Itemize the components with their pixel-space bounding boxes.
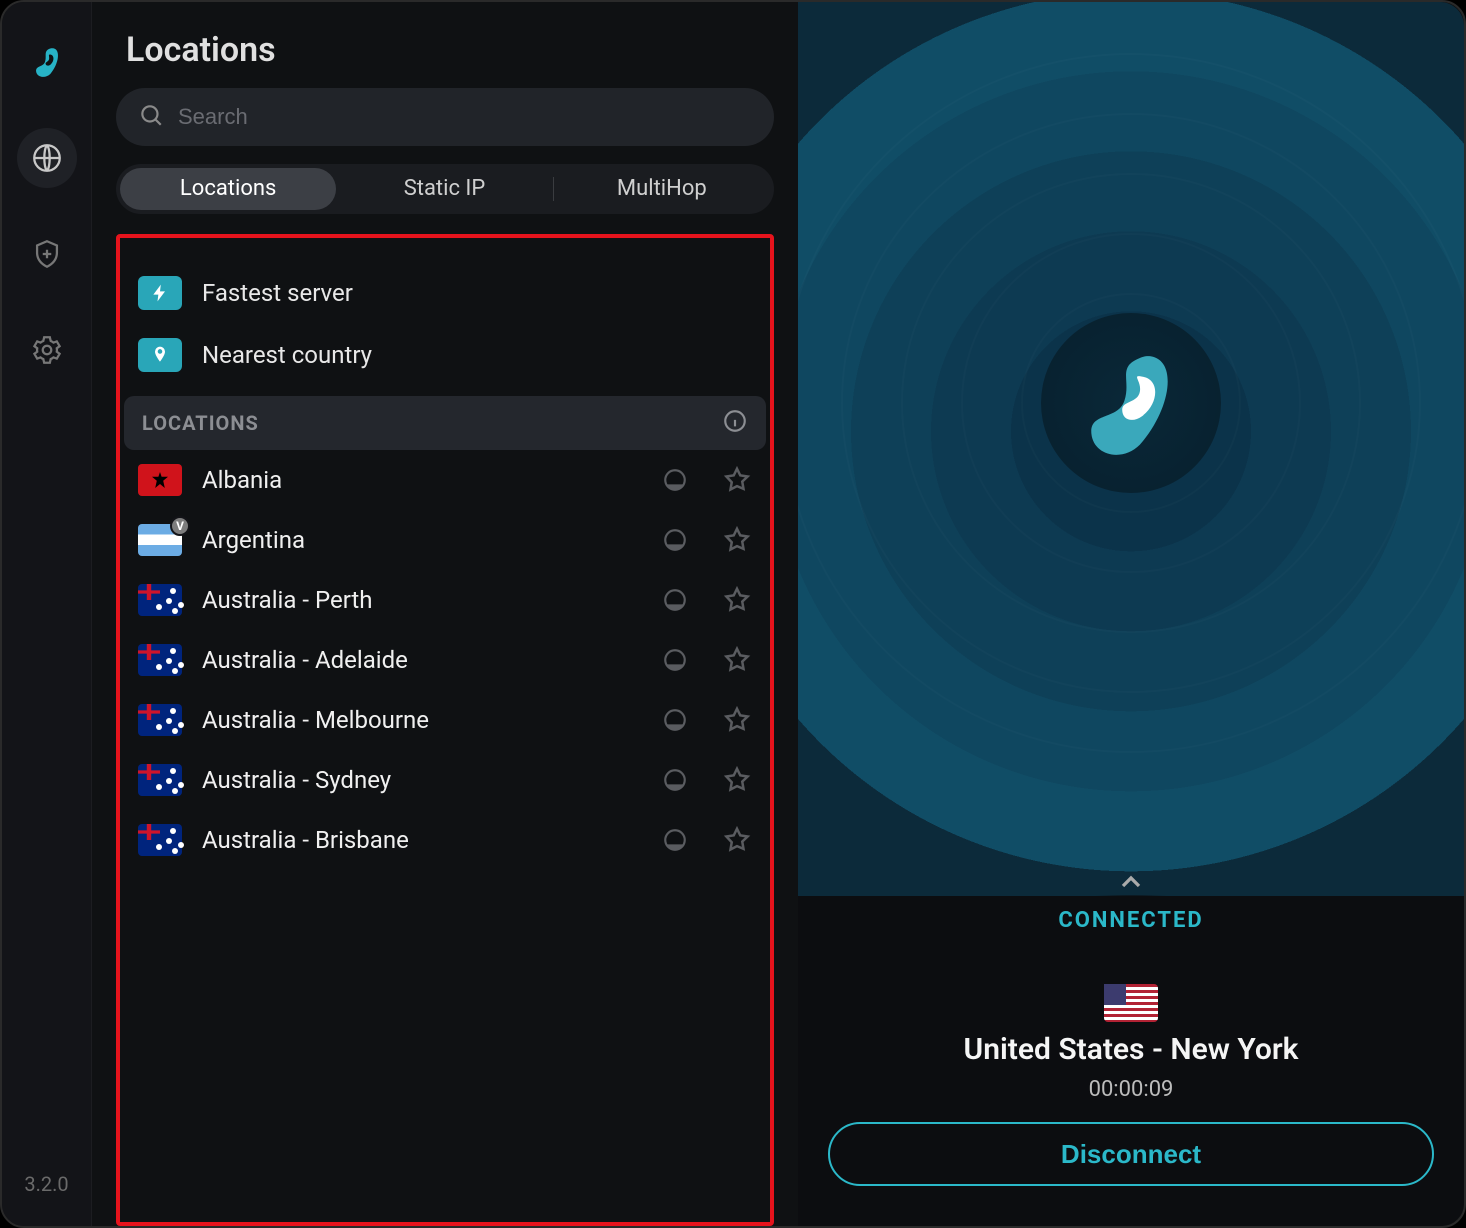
locations-section-label: LOCATIONS [142, 411, 259, 435]
load-indicator-icon [662, 467, 688, 493]
load-indicator-icon [662, 767, 688, 793]
locations-list-highlight: Fastest server Nearest country LOCATIONS… [116, 234, 774, 1226]
load-indicator-icon [662, 587, 688, 613]
info-icon[interactable] [722, 408, 748, 438]
surfshark-logo-icon [1041, 313, 1221, 493]
connected-flag-icon [1104, 984, 1158, 1022]
locations-section-header: LOCATIONS [124, 396, 766, 450]
nearest-country-label: Nearest country [202, 341, 372, 369]
load-indicator-icon [662, 827, 688, 853]
connected-location-name: United States - New York [964, 1032, 1299, 1067]
location-tabs: Locations Static IP MultiHop [116, 164, 774, 214]
favorite-star-icon[interactable] [722, 525, 752, 555]
country-name: Australia - Melbourne [202, 706, 642, 734]
load-indicator-icon [662, 707, 688, 733]
country-name: Argentina [202, 526, 642, 554]
nav-locations-icon[interactable] [17, 128, 77, 188]
country-row[interactable]: V Argentina [120, 510, 770, 570]
pin-icon [138, 338, 182, 372]
favorite-star-icon[interactable] [722, 765, 752, 795]
bolt-icon [138, 276, 182, 310]
logo-icon[interactable] [17, 32, 77, 92]
country-row[interactable]: Australia - Melbourne [120, 690, 770, 750]
flag-icon [138, 764, 182, 796]
fastest-server-row[interactable]: Fastest server [120, 262, 770, 324]
search-input[interactable] [178, 104, 752, 130]
country-row[interactable]: Australia - Brisbane [120, 810, 770, 870]
locations-panel: Locations Locations Static IP MultiHop F… [92, 2, 798, 1226]
virtual-badge: V [170, 516, 190, 536]
chevron-up-icon [1115, 866, 1147, 902]
country-row[interactable]: Albania [120, 450, 770, 510]
connection-radar [798, 2, 1464, 956]
search-icon [138, 102, 164, 132]
flag-icon [138, 644, 182, 676]
app-window: 3.2.0 Locations Locations Static IP Mult… [0, 0, 1466, 1228]
nav-shield-icon[interactable] [17, 224, 77, 284]
nearest-country-row[interactable]: Nearest country [120, 324, 770, 386]
connection-card: United States - New York 00:00:09 Discon… [798, 966, 1464, 1226]
flag-icon [138, 464, 182, 496]
country-name: Australia - Perth [202, 586, 642, 614]
flag-icon [138, 704, 182, 736]
version-label: 3.2.0 [24, 1172, 68, 1196]
flag-icon [138, 584, 182, 616]
country-name: Australia - Brisbane [202, 826, 642, 854]
favorite-star-icon[interactable] [722, 645, 752, 675]
status-drawer-handle[interactable]: CONNECTED [798, 896, 1464, 966]
tab-static-ip[interactable]: Static IP [336, 168, 552, 210]
country-row[interactable]: Australia - Sydney [120, 750, 770, 810]
nav-settings-icon[interactable] [17, 320, 77, 380]
country-name: Australia - Adelaide [202, 646, 642, 674]
load-indicator-icon [662, 527, 688, 553]
favorite-star-icon[interactable] [722, 585, 752, 615]
country-name: Australia - Sydney [202, 766, 642, 794]
disconnect-button[interactable]: Disconnect [828, 1122, 1434, 1186]
connection-timer: 00:00:09 [1089, 1077, 1174, 1102]
flag-icon [138, 824, 182, 856]
country-row[interactable]: Australia - Perth [120, 570, 770, 630]
tab-multihop[interactable]: MultiHop [554, 168, 770, 210]
favorite-star-icon[interactable] [722, 465, 752, 495]
connection-status-label: CONNECTED [1058, 908, 1203, 933]
nav-rail: 3.2.0 [2, 2, 92, 1226]
flag-icon: V [138, 524, 182, 556]
search-field[interactable] [116, 88, 774, 146]
status-panel: CONNECTED United States - New York 00:00… [798, 2, 1464, 1226]
load-indicator-icon [662, 647, 688, 673]
country-list: Albania V Argentina Australia - Perth Austra… [120, 450, 770, 870]
country-row[interactable]: Australia - Adelaide [120, 630, 770, 690]
country-name: Albania [202, 466, 642, 494]
tab-locations[interactable]: Locations [120, 168, 336, 210]
fastest-server-label: Fastest server [202, 279, 353, 307]
panel-title: Locations [116, 30, 774, 70]
favorite-star-icon[interactable] [722, 705, 752, 735]
favorite-star-icon[interactable] [722, 825, 752, 855]
